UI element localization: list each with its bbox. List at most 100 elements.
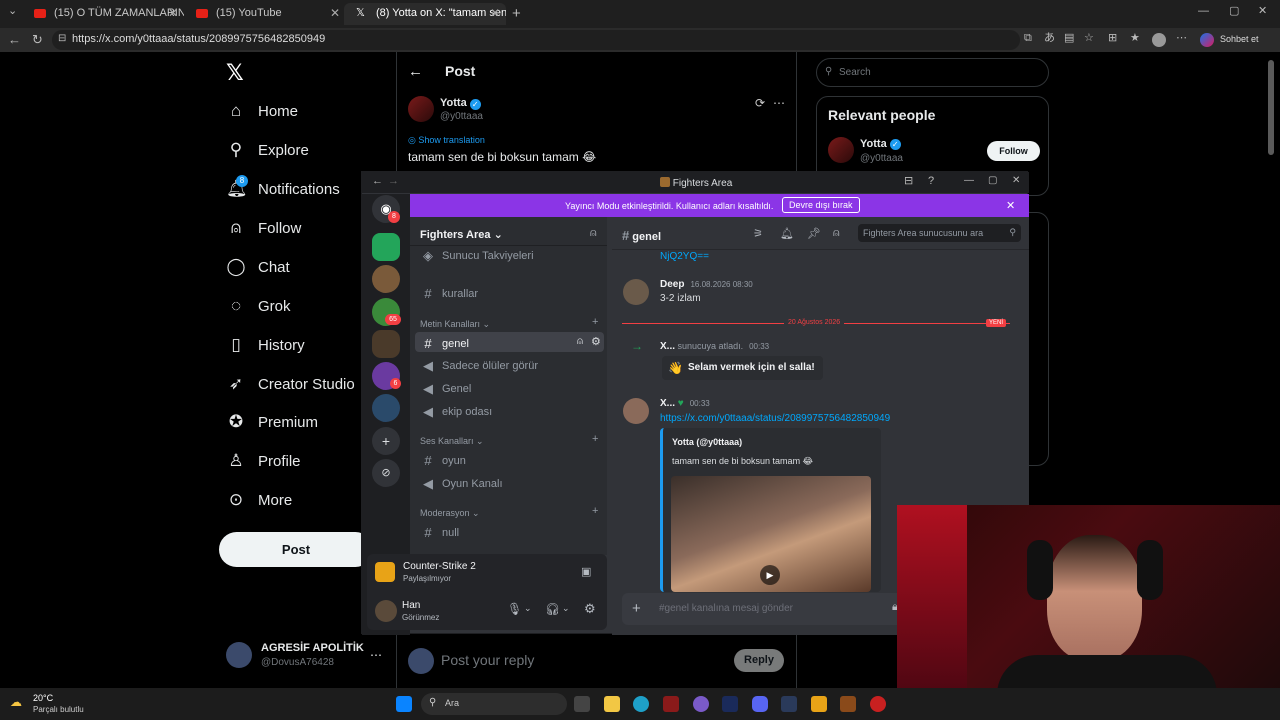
- channel-boosts[interactable]: ◈ Sunucu Takviyeleri: [420, 248, 534, 264]
- browser-tab-3[interactable]: 𝕏 (8) Yotta on X: "tamam sen de bi b ✕: [344, 3, 506, 25]
- restore-icon[interactable]: ▢: [1229, 6, 1239, 17]
- x-logo-icon[interactable]: 𝕏: [226, 60, 244, 86]
- back-arrow-icon[interactable]: ←: [408, 63, 423, 80]
- favorite-icon[interactable]: ☆: [1084, 33, 1094, 44]
- category-voice[interactable]: Ses Kanalları ⌄: [420, 436, 484, 447]
- channel-genel-voice[interactable]: ◀ Genel: [420, 381, 471, 397]
- message-avatar[interactable]: [623, 279, 649, 305]
- add-channel-icon[interactable]: +: [592, 316, 598, 328]
- app-icon[interactable]: [840, 696, 856, 712]
- nav-profile[interactable]: ♙ Profile: [226, 449, 300, 473]
- server-search-input[interactable]: Fighters Area sunucusunu ara ⚲: [858, 224, 1021, 242]
- nav-home[interactable]: ⌂ Home: [226, 99, 298, 123]
- relevant-name[interactable]: Yotta ✓: [860, 138, 901, 150]
- follow-button[interactable]: Follow: [987, 141, 1040, 161]
- channel-ekip[interactable]: ◀ ekip odası: [420, 404, 492, 420]
- channel-genel[interactable]: # genel: [420, 336, 469, 351]
- app-icon[interactable]: [870, 696, 886, 712]
- file-explorer-icon[interactable]: [604, 696, 620, 712]
- post-author[interactable]: Yotta ✓: [440, 97, 481, 110]
- minimize-icon[interactable]: —: [1198, 6, 1209, 17]
- members-icon[interactable]: ⍝: [833, 227, 840, 240]
- channel-kurallar[interactable]: # kurallar: [420, 286, 478, 301]
- task-view-icon[interactable]: [574, 696, 590, 712]
- help-icon[interactable]: ?: [928, 176, 934, 187]
- add-server-icon[interactable]: +: [372, 427, 400, 455]
- inbox-icon[interactable]: ⊟: [904, 176, 913, 187]
- join-author[interactable]: X...: [660, 341, 675, 352]
- minimize-icon[interactable]: —: [964, 176, 974, 186]
- nav-creator-studio[interactable]: ➶ Creator Studio: [226, 372, 355, 396]
- add-channel-icon[interactable]: +: [592, 505, 598, 517]
- new-tab-icon[interactable]: +: [512, 6, 521, 21]
- copilot-icon[interactable]: [1200, 33, 1214, 47]
- add-attachment-icon[interactable]: +: [632, 600, 641, 617]
- close-icon[interactable]: ✕: [1012, 176, 1020, 186]
- channel-oyun[interactable]: # oyun: [420, 453, 465, 468]
- app-icon[interactable]: [663, 696, 679, 712]
- edge-icon[interactable]: [633, 696, 649, 712]
- user-avatar[interactable]: [375, 600, 397, 622]
- nav-history[interactable]: ▯ History: [226, 333, 304, 357]
- user-name[interactable]: Han: [402, 600, 420, 611]
- app-icon[interactable]: [722, 696, 738, 712]
- site-info-icon[interactable]: ⊟: [58, 34, 66, 44]
- pin-icon[interactable]: 📌︎: [807, 227, 821, 240]
- close-icon[interactable]: ✕: [168, 6, 178, 20]
- nav-follow[interactable]: ⍝ Follow: [226, 216, 301, 240]
- show-translation-link[interactable]: ◎ Show translation: [408, 135, 485, 146]
- cs2-taskbar-icon[interactable]: [811, 696, 827, 712]
- maximize-icon[interactable]: ▢: [988, 176, 997, 186]
- nav-chat[interactable]: ◯ Chat: [226, 255, 289, 279]
- tab-list-icon[interactable]: ⌄: [8, 6, 17, 17]
- nav-explore[interactable]: ⚲ Explore: [226, 138, 309, 162]
- favorites-bar-icon[interactable]: ★: [1130, 33, 1140, 44]
- disable-streamer-button[interactable]: Devre dışı bırak: [782, 197, 860, 213]
- settings-icon[interactable]: ⚙: [591, 335, 601, 348]
- url-field[interactable]: ⊟ https://x.com/y0ttaaa/status/208997575…: [52, 30, 1020, 50]
- account-name[interactable]: AGRESİF APOLİTİK: [261, 642, 364, 654]
- back-icon[interactable]: ←: [8, 33, 21, 46]
- app-icon[interactable]: ⧉: [1024, 33, 1032, 44]
- chevron-down-icon[interactable]: ⌄: [562, 603, 570, 614]
- channel-oyun-kanali[interactable]: ◀ Oyun Kanalı: [420, 476, 503, 492]
- bell-icon[interactable]: 🔔︎: [780, 227, 794, 240]
- translate-icon[interactable]: あ: [1044, 33, 1055, 44]
- search-input[interactable]: ⚲ Search: [816, 58, 1049, 87]
- account-avatar[interactable]: [226, 642, 252, 668]
- add-channel-icon[interactable]: +: [592, 433, 598, 445]
- weather-temp[interactable]: 20°C: [33, 693, 53, 703]
- user-settings-icon[interactable]: ⚙: [584, 601, 596, 617]
- menu-dots-icon[interactable]: ⋯: [1176, 33, 1187, 44]
- play-icon[interactable]: ▶: [760, 565, 780, 585]
- category-text[interactable]: Metin Kanalları ⌄: [420, 319, 490, 330]
- copilot-chat-button[interactable]: Sohbet et: [1220, 34, 1259, 44]
- message-avatar[interactable]: [623, 398, 649, 424]
- channel-sadece[interactable]: ◀ Sadece ölüler görür: [420, 358, 538, 374]
- invite-icon[interactable]: ⍝: [590, 227, 597, 240]
- channel-null[interactable]: # null: [420, 525, 459, 540]
- reply-button[interactable]: Reply: [734, 649, 784, 672]
- message-author[interactable]: X...: [660, 398, 675, 409]
- message-link[interactable]: NjQ2YQ==: [660, 251, 709, 262]
- close-banner-icon[interactable]: ✕: [1006, 199, 1015, 212]
- nav-premium[interactable]: ✪ Premium: [226, 410, 318, 434]
- grok-explain-icon[interactable]: ⟳: [755, 96, 765, 110]
- steam-icon[interactable]: [781, 696, 797, 712]
- browser-tab-1[interactable]: (15) O TÜM ZAMANLARIN EN İYİSİ ✕: [22, 3, 184, 25]
- taskbar-search[interactable]: ⚲ Ara: [421, 693, 567, 715]
- scrollbar-thumb[interactable]: [1268, 60, 1274, 155]
- nav-grok[interactable]: ◌ Grok: [226, 294, 291, 318]
- close-icon[interactable]: ✕: [330, 6, 340, 20]
- screen-share-icon[interactable]: ▣: [581, 565, 591, 578]
- nav-more[interactable]: ⊙ More: [226, 488, 292, 512]
- embed-author[interactable]: Yotta (@y0ttaaa): [672, 437, 742, 447]
- server-icon[interactable]: [372, 265, 400, 293]
- app-icon[interactable]: [693, 696, 709, 712]
- discord-taskbar-icon[interactable]: [752, 696, 768, 712]
- server-icon[interactable]: [372, 233, 400, 261]
- microphone-icon[interactable]: 🎙︎: [507, 602, 522, 616]
- nav-notifications[interactable]: 🔔︎ 8 Notifications: [226, 175, 340, 201]
- headphones-icon[interactable]: 🎧︎: [545, 602, 560, 616]
- profile-avatar[interactable]: [1152, 33, 1166, 47]
